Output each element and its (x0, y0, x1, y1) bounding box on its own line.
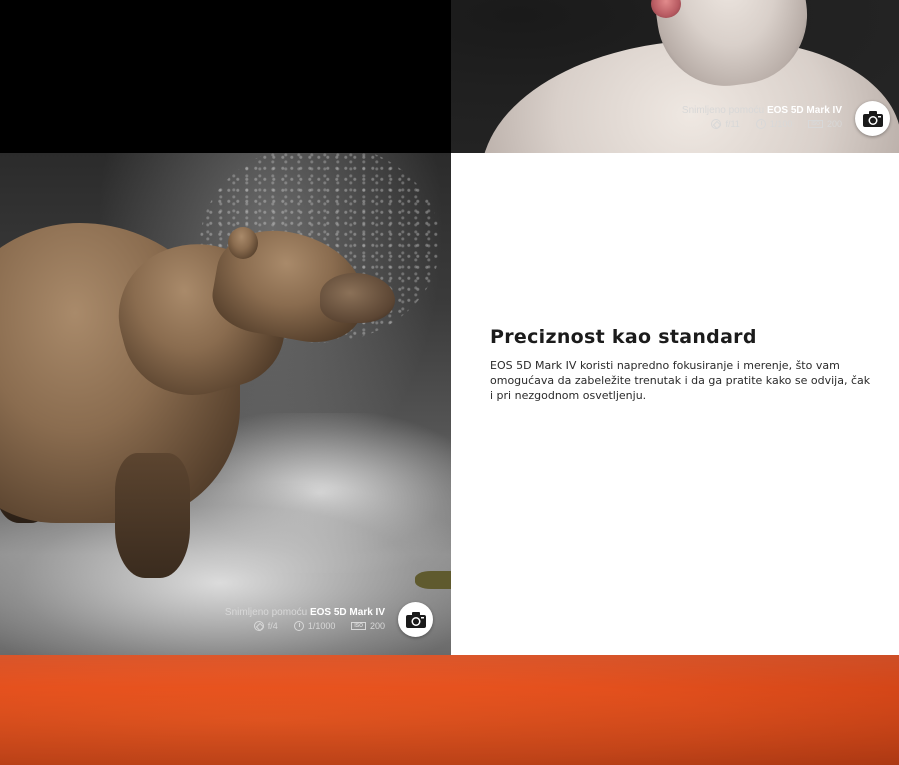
portrait-photo-caption: Snimljeno pomoću EOS 5D Mark IV f/11 1/1… (682, 105, 842, 129)
portrait-aperture-value: f/11 (725, 119, 740, 129)
portrait-shot-line: Snimljeno pomoću EOS 5D Mark IV (682, 105, 842, 116)
portrait-iso-value: 200 (826, 119, 842, 129)
bear-camera-button[interactable] (398, 602, 433, 637)
bear-snout (320, 273, 395, 323)
iso-icon: ISO (808, 120, 823, 128)
bear-shutter-value: 1/1000 (307, 621, 336, 631)
bear-shot-prefix: Snimljeno pomoću (224, 607, 308, 618)
bear-ear (228, 227, 258, 259)
bear-front-leg (115, 453, 190, 578)
portrait-shutter-value: 1/100 (769, 119, 793, 129)
camera-icon (862, 110, 883, 127)
bear-aperture-value: f/4 (267, 621, 278, 631)
bear-exposure-settings: f/4 1/1000 ISO 200 (225, 621, 385, 631)
portrait-camera-button[interactable] (855, 101, 890, 136)
feature-text-panel: Preciznost kao standard EOS 5D Mark IV k… (451, 153, 899, 655)
aperture-icon (253, 621, 264, 631)
iso-icon: ISO (351, 622, 366, 630)
bear-shot-line: Snimljeno pomoću EOS 5D Mark IV (225, 607, 385, 618)
portrait-shot-prefix: Snimljeno pomoću (681, 105, 765, 116)
bear-photo: Snimljeno pomoću EOS 5D Mark IV f/4 1/10… (0, 153, 451, 655)
bear-photo-caption: Snimljeno pomoću EOS 5D Mark IV f/4 1/10… (225, 607, 385, 631)
orange-section-band (0, 655, 899, 765)
portrait-exposure-settings: f/11 1/100 ISO 200 (682, 119, 842, 129)
top-left-black-panel (0, 0, 451, 153)
shutter-icon (755, 119, 766, 129)
portrait-camera-model: EOS 5D Mark IV (766, 105, 842, 116)
grass-patch (415, 571, 451, 589)
shutter-icon (293, 621, 304, 631)
portrait-photo: Snimljeno pomoću EOS 5D Mark IV f/11 1/1… (451, 0, 899, 153)
feature-body-text: EOS 5D Mark IV koristi napredno fokusira… (490, 359, 871, 402)
bear-camera-model: EOS 5D Mark IV (309, 607, 385, 618)
feature-headline: Preciznost kao standard (490, 326, 757, 348)
aperture-icon (711, 119, 722, 129)
camera-icon (405, 611, 426, 628)
bear-iso-value: 200 (369, 621, 385, 631)
